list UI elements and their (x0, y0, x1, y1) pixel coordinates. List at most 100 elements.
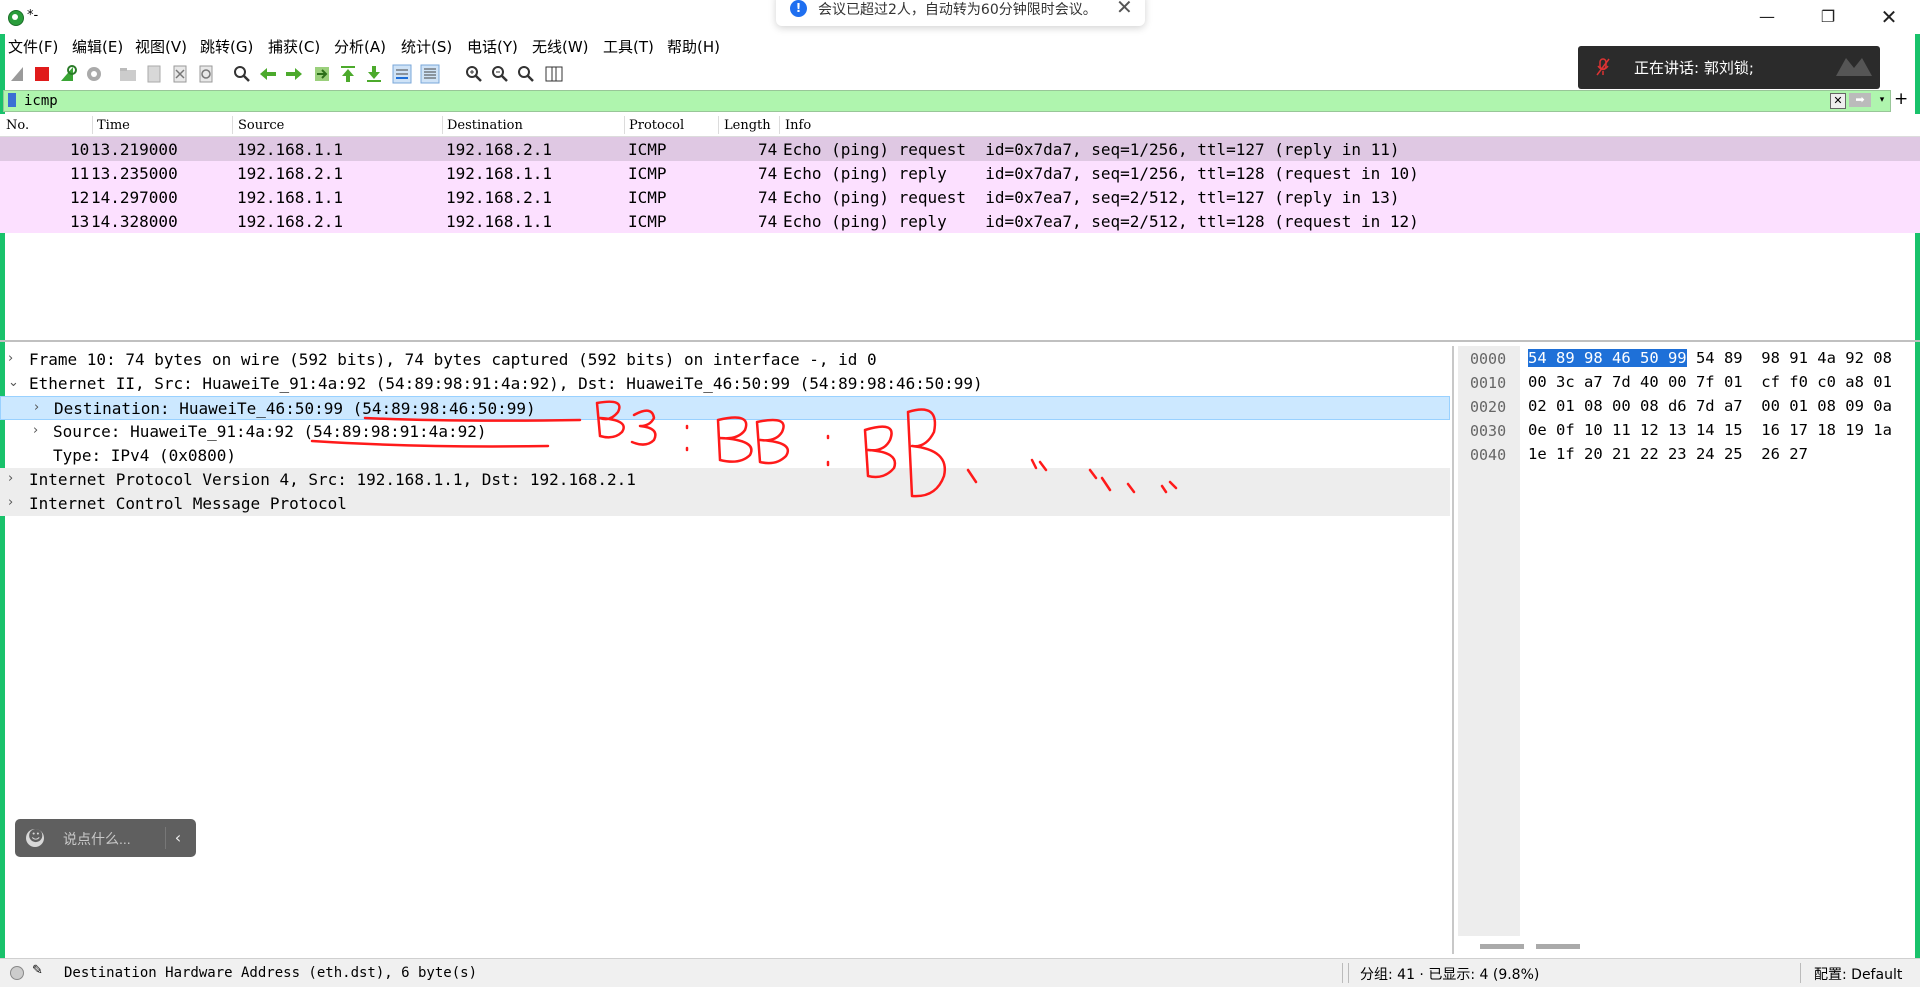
main-toolbar (0, 60, 600, 88)
hex-line[interactable]: 54 89 98 46 50 99 54 89 98 91 4a 92 08 (1528, 349, 1892, 367)
menu-telephony[interactable]: 电话(Y) (467, 36, 518, 57)
minimize-icon[interactable]: — (1744, 4, 1790, 30)
filter-apply-icon[interactable]: ➡ (1849, 93, 1871, 107)
add-filter-button-icon[interactable]: + (1894, 89, 1908, 109)
column-header-length[interactable]: Length (724, 118, 771, 133)
detail-row-destination[interactable]: › Destination: HuaweiTe_46:50:99 (54:89:… (0, 396, 1450, 420)
packet-row[interactable]: 12 14.297000 192.168.1.1 192.168.2.1 ICM… (0, 185, 1920, 209)
packet-row[interactable]: 13 14.328000 192.168.2.1 192.168.1.1 ICM… (0, 209, 1920, 233)
close-icon[interactable]: ✕ (1866, 4, 1912, 30)
hex-line[interactable]: 00 3c a7 7d 40 00 7f 01 cf f0 c0 a8 01 (1528, 373, 1892, 391)
column-header-protocol[interactable]: Protocol (629, 118, 684, 133)
expand-arrow-icon[interactable]: › (8, 471, 13, 486)
restart-capture-icon[interactable] (58, 64, 78, 84)
go-to-packet-icon[interactable] (312, 64, 332, 84)
menu-bar: 文件(F) 编辑(E) 视图(V) 跳转(G) 捕获(C) 分析(A) 统计(S… (0, 34, 1600, 59)
emoji-icon[interactable] (26, 827, 44, 847)
menu-tools[interactable]: 工具(T) (603, 36, 654, 57)
horizontal-scrollbar-thumb[interactable] (1536, 944, 1580, 949)
normal-size-icon[interactable] (516, 64, 536, 84)
stop-capture-icon[interactable] (32, 64, 52, 84)
byte-offset: 0030 (1470, 422, 1507, 440)
byte-offset: 0010 (1470, 374, 1507, 392)
chat-collapse-button[interactable]: ‹ (165, 827, 190, 849)
expand-arrow-icon[interactable]: › (8, 495, 13, 510)
packet-time: 13.235000 (91, 164, 178, 183)
display-filter-bar: ✕ ➡ ▾ (3, 90, 1891, 112)
menu-edit[interactable]: 编辑(E) (72, 36, 123, 57)
last-packet-icon[interactable] (364, 64, 384, 84)
first-packet-icon[interactable] (338, 64, 358, 84)
status-profile[interactable]: 配置: Default (1814, 964, 1902, 984)
resize-columns-icon[interactable] (544, 64, 564, 84)
packet-protocol: ICMP (628, 212, 667, 231)
packet-row[interactable]: 11 13.235000 192.168.2.1 192.168.1.1 ICM… (0, 161, 1920, 185)
filter-history-dropdown-icon[interactable]: ▾ (1876, 93, 1888, 107)
reload-icon[interactable] (196, 64, 216, 84)
menu-help[interactable]: 帮助(H) (667, 36, 720, 57)
menu-view[interactable]: 视图(V) (135, 36, 187, 57)
column-header-destination[interactable]: Destination (447, 118, 523, 133)
go-forward-icon[interactable] (284, 64, 304, 84)
hex-highlighted-bytes[interactable]: 54 89 98 46 50 99 (1528, 349, 1687, 367)
column-header-source[interactable]: Source (238, 118, 284, 133)
detail-row-source[interactable]: › Source: HuaweiTe_91:4a:92 (54:89:98:91… (0, 420, 1450, 444)
save-file-icon[interactable] (144, 64, 164, 84)
zoom-out-icon[interactable] (490, 64, 510, 84)
horizontal-scrollbar-left[interactable] (1480, 944, 1524, 949)
menu-go[interactable]: 跳转(G) (200, 36, 253, 57)
expand-arrow-icon[interactable]: › (34, 400, 39, 415)
menu-file[interactable]: 文件(F) (8, 36, 58, 57)
packet-destination: 192.168.2.1 (446, 188, 552, 207)
column-header-time[interactable]: Time (97, 118, 130, 133)
detail-row-icmp[interactable]: › Internet Control Message Protocol (0, 492, 1450, 516)
capture-options-icon[interactable] (84, 64, 104, 84)
notification-close-icon[interactable]: ✕ (1116, 0, 1133, 19)
restore-icon[interactable]: ❐ (1805, 4, 1851, 30)
chat-input[interactable] (61, 827, 161, 851)
colorize-icon[interactable] (420, 64, 440, 84)
window-title: *- (27, 8, 39, 23)
hex-line[interactable]: 02 01 08 00 08 d6 7d a7 00 01 08 09 0a (1528, 397, 1892, 415)
menu-capture[interactable]: 捕获(C) (268, 36, 320, 57)
display-filter-input[interactable] (24, 91, 1424, 111)
detail-row-ethernet[interactable]: ⌄ Ethernet II, Src: HuaweiTe_91:4a:92 (5… (0, 372, 1450, 396)
menu-statistics[interactable]: 统计(S) (401, 36, 452, 57)
detail-text: Frame 10: 74 bytes on wire (592 bits), 7… (29, 350, 877, 369)
detail-text: Type: IPv4 (0x0800) (53, 446, 237, 465)
column-header-no[interactable]: No. (6, 118, 29, 133)
filter-bookmark-icon[interactable] (8, 93, 16, 107)
packet-no: 11 (70, 164, 90, 183)
open-file-icon[interactable] (118, 64, 138, 84)
packet-source: 192.168.1.1 (237, 188, 343, 207)
expand-arrow-icon[interactable]: › (8, 351, 13, 366)
hex-line[interactable]: 0e 0f 10 11 12 13 14 15 16 17 18 19 1a (1528, 421, 1892, 439)
packet-info: Echo (ping) reply id=0x7da7, seq=1/256, … (783, 164, 1419, 183)
expert-info-icon[interactable] (10, 966, 24, 980)
detail-text: Source: HuaweiTe_91:4a:92 (54:89:98:91:4… (53, 422, 487, 441)
collapse-arrow-icon[interactable]: ⌄ (8, 375, 19, 390)
packet-info: Echo (ping) reply id=0x7ea7, seq=2/512, … (783, 212, 1419, 231)
status-packet-count: 分组: 41 · 已显示: 4 (9.8%) (1360, 967, 1540, 983)
detail-row-type[interactable]: Type: IPv4 (0x0800) (0, 444, 1450, 468)
meeting-notification: ! 会议已超过2人，自动转为60分钟限时会议。 ✕ (776, 0, 1145, 26)
filter-clear-icon[interactable]: ✕ (1830, 93, 1846, 109)
shark-fin-start-icon[interactable] (8, 64, 28, 84)
byte-offset: 0020 (1470, 398, 1507, 416)
packet-row[interactable]: 10 13.219000 192.168.1.1 192.168.2.1 ICM… (0, 137, 1920, 161)
detail-row-ipv4[interactable]: › Internet Protocol Version 4, Src: 192.… (0, 468, 1450, 492)
expand-arrow-icon[interactable]: › (33, 423, 38, 438)
packet-time: 13.219000 (91, 140, 178, 159)
detail-row-frame[interactable]: › Frame 10: 74 bytes on wire (592 bits),… (0, 348, 1450, 372)
close-file-icon[interactable] (170, 64, 190, 84)
find-packet-icon[interactable] (232, 64, 252, 84)
go-back-icon[interactable] (258, 64, 278, 84)
column-header-info[interactable]: Info (785, 118, 811, 133)
hex-line[interactable]: 1e 1f 20 21 22 23 24 25 26 27 (1528, 445, 1808, 463)
zoom-in-icon[interactable] (464, 64, 484, 84)
menu-wireless[interactable]: 无线(W) (532, 36, 589, 57)
capture-comment-icon[interactable]: ✎ (32, 963, 43, 978)
wireshark-app-icon (8, 10, 24, 26)
menu-analyze[interactable]: 分析(A) (334, 36, 386, 57)
auto-scroll-icon[interactable] (392, 64, 412, 84)
